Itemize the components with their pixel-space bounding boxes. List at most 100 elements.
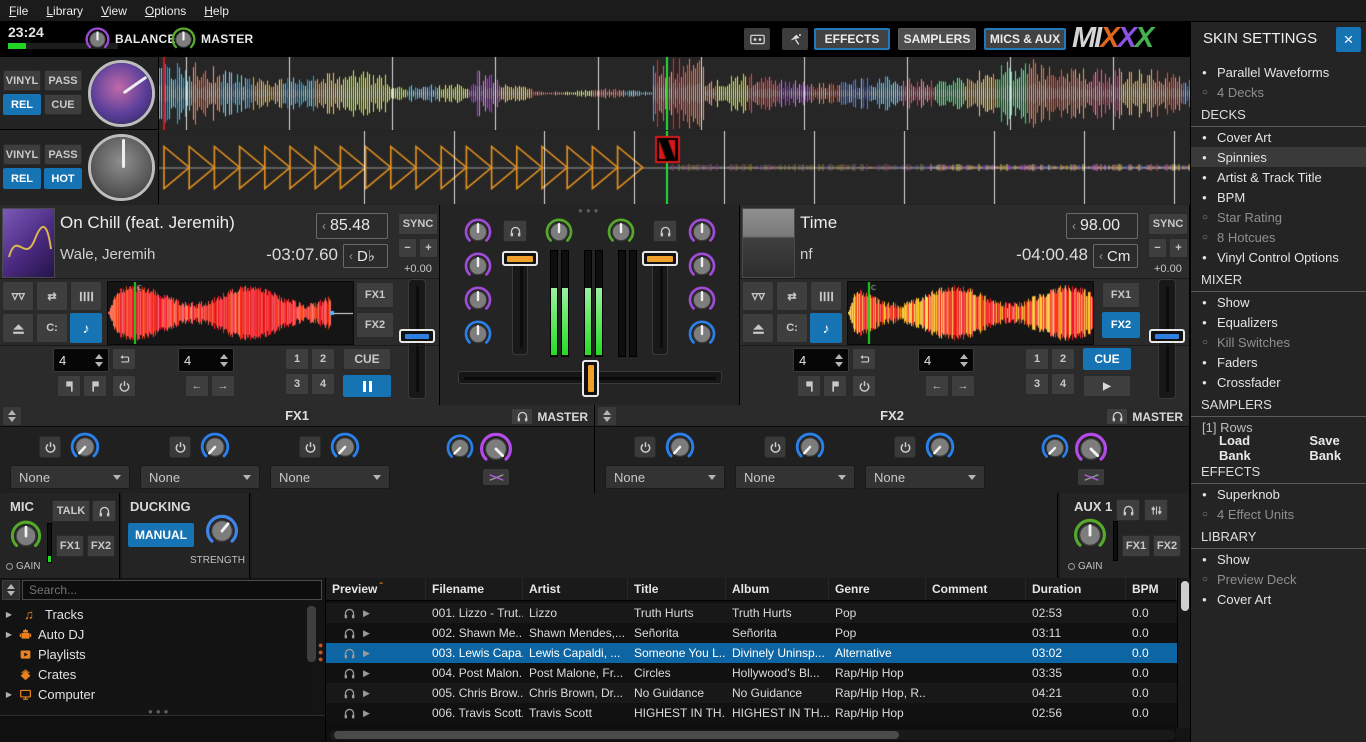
preview-play-icon[interactable]: ▶ xyxy=(363,708,370,719)
preview-play-icon[interactable]: ▶ xyxy=(363,608,370,619)
table-row[interactable]: ▶ 005. Chris Brow... Chris Brown, Dr... … xyxy=(326,683,1177,703)
fx-power-button[interactable] xyxy=(169,436,191,458)
table-row[interactable]: ▶ 003. Lewis Capa... Lewis Capaldi, ... … xyxy=(326,643,1177,663)
library-tree-item[interactable]: ▶ Crates xyxy=(0,664,305,684)
fx-effect-select[interactable]: None xyxy=(865,465,985,489)
fx1-mix-knob[interactable] xyxy=(445,433,475,463)
skin-setting-item[interactable]: Equalizers xyxy=(1191,312,1366,332)
deck2-reloop-button[interactable] xyxy=(852,375,876,397)
deck1-beatloop-size[interactable]: 4 xyxy=(53,348,109,372)
ducking-strength-knob[interactable] xyxy=(204,513,240,549)
deck1-beatjump-forward-button[interactable]: → xyxy=(211,375,235,397)
vinyl-mode-button[interactable]: PASS xyxy=(44,144,82,165)
effects-toggle[interactable]: EFFECTS xyxy=(814,28,890,50)
deck2-bpm-display[interactable]: ‹98.00 xyxy=(1066,213,1138,239)
skin-setting-item[interactable]: Kill Switches xyxy=(1191,332,1366,352)
preview-headphone-icon[interactable] xyxy=(342,647,357,660)
aux-fx1-button[interactable]: FX1 xyxy=(1122,535,1150,557)
mic-fx2-button[interactable]: FX2 xyxy=(87,535,115,557)
vinyl-mode-button[interactable]: PASS xyxy=(44,70,82,91)
master-knob[interactable] xyxy=(170,26,197,53)
skin-setting-item[interactable]: Artist & Track Title xyxy=(1191,167,1366,187)
column-header-filename[interactable]: Filename xyxy=(426,578,523,600)
mics-aux-toggle[interactable]: MICS & AUX xyxy=(984,28,1066,50)
aux-pfl-button[interactable] xyxy=(1116,499,1140,521)
deck1-bpm-display[interactable]: ‹85.48 xyxy=(316,213,388,239)
deck1-beatgrid-button[interactable] xyxy=(70,281,102,311)
save-bank-button[interactable]: Save Bank xyxy=(1309,433,1366,463)
vinyl-mode-button[interactable]: HOT xyxy=(44,168,82,189)
deck1-slip-button[interactable] xyxy=(2,281,34,311)
column-header-genre[interactable]: Genre xyxy=(829,578,926,600)
deck2-spinny[interactable] xyxy=(88,134,155,201)
fx1-super-knob[interactable] xyxy=(478,431,514,467)
deck2-rate-minus-button[interactable]: − xyxy=(1148,238,1167,258)
deck1-loop-in-button[interactable] xyxy=(57,375,81,397)
skin-setting-item[interactable]: 4 Effect Units xyxy=(1191,504,1366,524)
deck1-waveform[interactable] xyxy=(158,57,1190,130)
deck2-slip-button[interactable] xyxy=(742,281,774,311)
skin-setting-item[interactable]: Superknob xyxy=(1191,484,1366,504)
aux-fx2-button[interactable]: FX2 xyxy=(1153,535,1181,557)
menu-item[interactable]: Options xyxy=(136,1,195,21)
expand-arrow-icon[interactable]: ▶ xyxy=(0,610,18,619)
close-button[interactable]: × xyxy=(1336,27,1361,52)
fx-meta-knob[interactable] xyxy=(664,431,696,463)
deck2-beatjump-forward-button[interactable]: → xyxy=(951,375,975,397)
table-row[interactable]: ▶ 001. Lizzo - Trut... Lizzo Truth Hurts… xyxy=(326,603,1177,623)
deck1-rate-minus-button[interactable]: − xyxy=(398,238,417,258)
table-horizontal-scrollbar[interactable] xyxy=(330,730,1175,740)
column-header-preview[interactable]: Previewˆ xyxy=(326,578,426,600)
deck-fx-assign-button[interactable]: FX2 xyxy=(356,312,394,338)
hotcue-button[interactable]: 4 xyxy=(1051,373,1075,395)
deck1-eq-mid-knob[interactable] xyxy=(463,285,493,315)
deck1-volume-handle[interactable] xyxy=(502,251,538,266)
preview-headphone-icon[interactable] xyxy=(342,627,357,640)
tree-scrollbar[interactable] xyxy=(307,606,316,662)
deck1-pfl-button[interactable] xyxy=(503,220,527,242)
deck1-gain-knob[interactable] xyxy=(463,217,493,247)
expand-arrow-icon[interactable]: ▶ xyxy=(0,690,18,699)
fx-meta-knob[interactable] xyxy=(794,431,826,463)
column-header-bpm[interactable]: BPM xyxy=(1126,578,1177,600)
library-tree-item[interactable]: ▶ Computer xyxy=(0,684,305,704)
fx1-invert-button[interactable] xyxy=(483,469,509,485)
fx2-super-knob[interactable] xyxy=(1073,431,1109,467)
deck-fx-assign-button[interactable]: FX2 xyxy=(1102,312,1140,338)
fx-power-button[interactable] xyxy=(894,436,916,458)
deck1-keylock-button[interactable]: ♪ xyxy=(70,313,102,343)
record-button[interactable] xyxy=(744,28,770,50)
fx2-mix-knob[interactable] xyxy=(1040,433,1070,463)
preview-play-icon[interactable]: ▶ xyxy=(363,628,370,639)
deck1-loop-toggle-button[interactable] xyxy=(112,348,136,370)
balance-knob[interactable] xyxy=(84,26,111,53)
deck2-reverse-button[interactable]: C: xyxy=(776,313,808,343)
deck1-beatjump-size[interactable]: 4 xyxy=(178,348,234,372)
deck1-volume-fader[interactable] xyxy=(512,255,528,355)
deck2-keylock-button[interactable]: ♪ xyxy=(810,313,842,343)
library-tree-item[interactable]: ▶ Playlists xyxy=(0,644,305,664)
deck2-repeat-button[interactable]: ⇄ xyxy=(776,281,808,311)
deck2-volume-handle[interactable] xyxy=(642,251,678,266)
library-tree-item[interactable]: ▶ Auto DJ xyxy=(0,624,305,644)
deck2-quickeffect-knob[interactable] xyxy=(687,319,717,349)
mic-pfl-button[interactable] xyxy=(92,500,116,522)
fx-effect-select[interactable]: None xyxy=(270,465,390,489)
aux-mixer-button[interactable] xyxy=(1144,499,1168,521)
preview-headphone-icon[interactable] xyxy=(342,687,357,700)
search-input[interactable] xyxy=(22,580,322,600)
deck1-reloop-button[interactable] xyxy=(112,375,136,397)
deck2-loop-out-button[interactable] xyxy=(823,375,847,397)
menu-item[interactable]: Help xyxy=(195,1,238,21)
preview-headphone-icon[interactable] xyxy=(342,667,357,680)
deck2-waveform[interactable] xyxy=(158,131,1190,204)
vinyl-mode-button[interactable]: VINYL xyxy=(3,70,41,91)
hotcue-button[interactable]: 4 xyxy=(311,373,335,395)
deck1-beatjump-back-button[interactable]: ← xyxy=(185,375,209,397)
fx-effect-select[interactable]: None xyxy=(605,465,725,489)
deck2-loop-in-button[interactable] xyxy=(797,375,821,397)
vinyl-mode-button[interactable]: VINYL xyxy=(3,144,41,165)
table-vertical-scrollbar[interactable] xyxy=(1177,578,1191,728)
preview-play-icon[interactable]: ▶ xyxy=(363,648,370,659)
fx-meta-knob[interactable] xyxy=(69,431,101,463)
